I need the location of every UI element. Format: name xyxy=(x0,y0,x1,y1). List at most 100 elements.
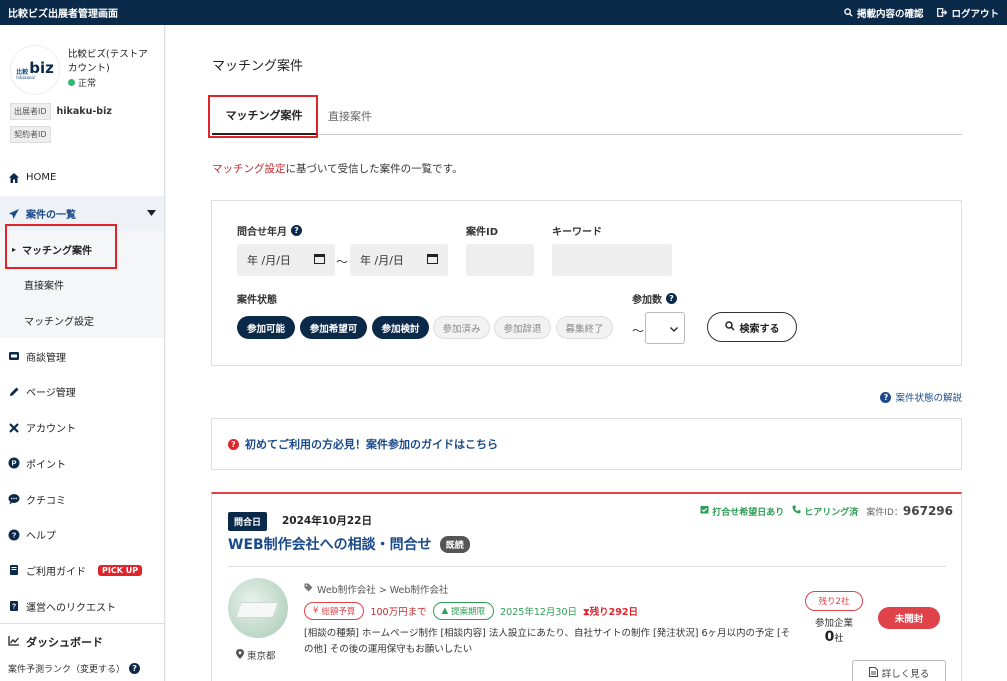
participant-count-label-text: 参加数 xyxy=(632,295,662,306)
calendar-icon[interactable] xyxy=(314,253,325,267)
case-title: WEB制作会社への相談・問合せ 既読 xyxy=(228,534,470,554)
detail-button[interactable]: 詳しく見る xyxy=(852,660,946,681)
sidebar-item-home[interactable]: HOME xyxy=(0,160,164,196)
logout-link[interactable]: ログアウト xyxy=(937,6,999,20)
category-text: Web制作会社 > Web制作会社 xyxy=(317,585,449,596)
chip-can-wish[interactable]: 参加希望可 xyxy=(300,316,367,339)
date-range-tilde: 〜 xyxy=(336,255,349,269)
guide-banner[interactable]: ? 初めてご利用の方必見！案件参加のガイドはこちら xyxy=(211,418,962,470)
sidebar-item-label: 運営へのリクエスト xyxy=(26,602,116,614)
inquiry-date-label: 問合せ年月 ? xyxy=(237,223,302,238)
sidebar-subitem-label: マッチング設定 xyxy=(24,317,94,329)
chip-considering[interactable]: 参加検討 xyxy=(372,316,429,339)
status-help-link[interactable]: ? 案件状態の解説 xyxy=(880,390,962,404)
sidebar-item-label: アカウント xyxy=(26,424,76,436)
search-button[interactable]: 検索する xyxy=(707,312,797,342)
question-circle-icon: ? xyxy=(7,528,20,541)
filter-panel: 問合せ年月 ? 年 /月/日 〜 年 /月/日 案件ID キーワード 案件状態 … xyxy=(211,200,962,366)
check-listing-link[interactable]: 掲載内容の確認 xyxy=(844,6,924,20)
keyword-input[interactable] xyxy=(552,244,672,276)
budget-label: 総額予算 xyxy=(321,607,356,617)
rank-forecast-label: 案件予測ランク（変更する） xyxy=(8,665,126,675)
top-bar: 比較ビズ出展者管理画面 掲載内容の確認 ログアウト xyxy=(0,0,1007,25)
sidebar-item-guide[interactable]: ご利用ガイド PICK UP xyxy=(0,553,164,589)
sidebar-item-label: 案件の一覧 xyxy=(26,210,76,222)
dashboard-section: ダッシュボード 案件予測ランク（変更する） ? xyxy=(0,623,164,681)
meeting-date-flag: 打合せ希望日あり xyxy=(700,505,784,518)
question-icon[interactable]: ? xyxy=(666,293,677,304)
sidebar-item-points[interactable]: P ポイント xyxy=(0,446,164,482)
hourglass-icon: ⧗ xyxy=(583,607,590,618)
chip-can-join[interactable]: 参加可能 xyxy=(237,316,295,339)
svg-text:?: ? xyxy=(11,530,16,539)
participants-unit: 社 xyxy=(834,634,844,644)
calendar-icon[interactable] xyxy=(427,253,438,267)
highlight-box-tab xyxy=(208,95,318,138)
case-meta: 打合せ希望日あり ヒアリング済 案件ID：967296 xyxy=(700,504,953,518)
company-logo: 比較 biz hikakubiz xyxy=(10,45,60,95)
case-id-label: 案件ID xyxy=(466,227,499,238)
rank-forecast-link[interactable]: 案件予測ランク（変更する） ? xyxy=(8,662,156,675)
exhibitor-id-row: 出展者ID hikaku-biz xyxy=(10,103,154,120)
tab-direct[interactable]: 直接案件 xyxy=(328,97,372,135)
read-badge: 既読 xyxy=(439,535,470,553)
page-title: マッチング案件 xyxy=(212,59,304,74)
check-listing-label: 掲載内容の確認 xyxy=(856,8,924,20)
sidebar-item-label: HOME xyxy=(26,172,57,184)
calendar-check-icon xyxy=(700,505,709,517)
pencil-icon xyxy=(7,385,20,398)
case-id: 案件ID：967296 xyxy=(866,504,953,518)
budget-value: 100万円まで xyxy=(370,607,427,618)
pickup-badge: PICK UP xyxy=(98,564,143,576)
participant-count-select[interactable] xyxy=(645,312,685,344)
search-button-label: 検索する xyxy=(739,323,780,335)
date-to-placeholder: 年 /月/日 xyxy=(360,254,404,267)
question-icon[interactable]: ? xyxy=(291,225,302,236)
count-tilde: 〜 xyxy=(632,324,645,338)
keyboard-image xyxy=(235,602,279,618)
logo-big-text: biz xyxy=(29,58,54,77)
sidebar-item-business[interactable]: 商談管理 xyxy=(0,338,164,374)
remaining-days: ⧗残り292日 xyxy=(583,604,638,618)
deadline-value: 2025年12月30日 xyxy=(500,607,577,618)
budget-deadline-row: ¥ 総額予算 100万円まで ▲ 提案期限 2025年12月30日 ⧗残り292日 xyxy=(304,602,638,620)
sidebar-item-request[interactable]: ? 運営へのリクエスト xyxy=(0,588,164,624)
account-name: 比較ビズ(テストアカウント) xyxy=(68,49,148,74)
search-icon xyxy=(724,320,735,334)
account-status: 正常 xyxy=(68,76,154,89)
chip-joined[interactable]: 参加済み xyxy=(433,316,490,339)
app-title: 比較ビズ出展者管理画面 xyxy=(8,9,118,20)
home-icon xyxy=(7,171,20,184)
matching-settings-link[interactable]: マッチング設定 xyxy=(212,163,286,175)
sidebar-item-account[interactable]: アカウント xyxy=(0,410,164,446)
case-id-input[interactable] xyxy=(466,244,534,276)
sidebar-subitem-matching-settings[interactable]: マッチング設定 xyxy=(0,303,164,339)
search-icon xyxy=(844,8,853,17)
guide-banner-text: 初めてご利用の方必見！案件参加のガイドはこちら xyxy=(245,438,498,451)
highlight-box-sidebar xyxy=(5,224,117,269)
case-id-label: 案件ID： xyxy=(866,508,903,518)
participants-number: 0 xyxy=(824,629,835,645)
chevron-down-icon xyxy=(670,322,678,335)
case-title-link[interactable]: WEB制作会社への相談・問合せ xyxy=(228,534,432,554)
exhibitor-id-label: 出展者ID xyxy=(10,103,51,120)
sidebar-subitem-label: 直接案件 xyxy=(24,281,64,293)
svg-text:?: ? xyxy=(11,604,15,611)
chip-declined[interactable]: 参加辞退 xyxy=(494,316,551,339)
case-id-value: 967296 xyxy=(902,504,953,518)
sidebar-item-reviews[interactable]: クチコミ xyxy=(0,481,164,517)
dashboard-heading: ダッシュボード xyxy=(8,634,156,650)
date-to-input[interactable]: 年 /月/日 xyxy=(350,244,448,276)
sidebar-item-label: ポイント xyxy=(26,459,66,471)
sidebar-item-page[interactable]: ページ管理 xyxy=(0,374,164,410)
map-pin-icon xyxy=(236,648,244,662)
chip-closed[interactable]: 募集終了 xyxy=(556,316,613,339)
sidebar-subitem-direct[interactable]: 直接案件 xyxy=(0,267,164,303)
book-icon xyxy=(7,564,20,577)
case-thumbnail xyxy=(228,578,288,638)
sidebar-item-help[interactable]: ? ヘルプ xyxy=(0,517,164,553)
hearing-flag: ヒアリング済 xyxy=(792,505,858,518)
case-description: [相談の種類] ホームページ制作 [相談内容] 法人設立にあたり、自社サイトの制… xyxy=(304,628,791,655)
request-icon: ? xyxy=(7,600,20,613)
date-from-input[interactable]: 年 /月/日 xyxy=(237,244,335,276)
